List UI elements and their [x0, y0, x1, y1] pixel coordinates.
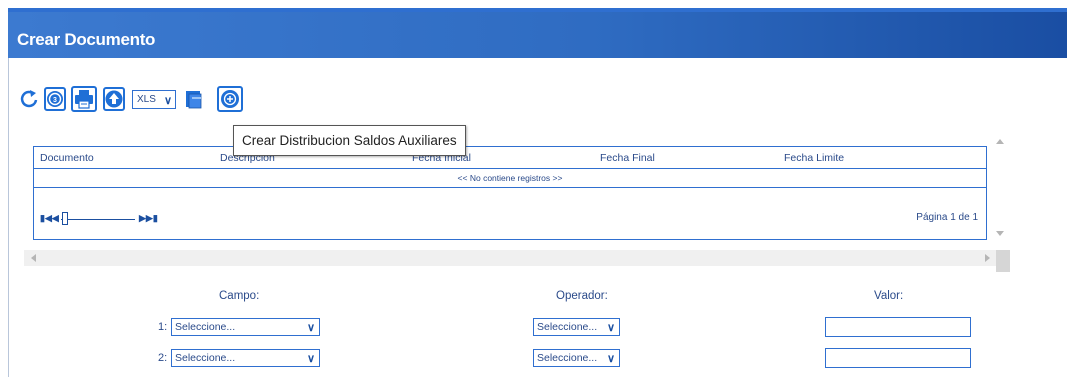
operador-select-2[interactable]: Seleccione... ∨: [533, 349, 620, 367]
svg-text:3: 3: [53, 97, 57, 104]
print-icon: [75, 90, 93, 109]
grid-header: Documento Descripcion Fecha Inicial Fech…: [34, 147, 986, 169]
chevron-down-icon: ∨: [163, 95, 172, 107]
add-button[interactable]: [217, 86, 243, 112]
refresh-icon: [20, 90, 38, 108]
operador-select-2-value: Seleccione...: [537, 352, 598, 364]
page-title: Crear Documento: [17, 30, 156, 49]
upload-icon: [105, 90, 123, 108]
empty-message: << No contiene registros >>: [34, 169, 986, 188]
operador-select-1[interactable]: Seleccione... ∨: [533, 318, 620, 336]
chevron-down-icon: ∨: [306, 322, 315, 334]
operador-label: Operador:: [556, 290, 608, 302]
add-icon: [221, 90, 239, 108]
page-info: Página 1 de 1: [916, 212, 978, 223]
info-button[interactable]: 3: [44, 87, 66, 111]
chevron-down-icon: ∨: [606, 353, 615, 365]
tooltip: Crear Distribucion Saldos Auxiliares: [233, 125, 466, 156]
scroll-up-icon[interactable]: [996, 139, 1004, 144]
documents-grid: Documento Descripcion Fecha Inicial Fech…: [33, 146, 987, 240]
valor-label: Valor:: [874, 290, 904, 302]
info-icon: 3: [47, 91, 63, 107]
column-header-documento[interactable]: Documento: [40, 152, 94, 164]
first-page-icon[interactable]: ▮◀◀: [40, 213, 59, 224]
upload-button[interactable]: [103, 87, 125, 111]
horizontal-scrollbar[interactable]: [24, 250, 996, 266]
pager-slider-handle[interactable]: [62, 212, 68, 225]
left-border: [8, 58, 9, 377]
top-strip: [0, 0, 1067, 8]
operador-select-1-value: Seleccione...: [537, 321, 598, 333]
campo-select-2[interactable]: Seleccione... ∨: [171, 349, 320, 367]
chevron-down-icon: ∨: [606, 322, 615, 334]
row-number: 2:: [158, 352, 168, 364]
print-button[interactable]: [71, 86, 97, 112]
scroll-left-icon[interactable]: [31, 254, 36, 262]
export-button[interactable]: [183, 87, 205, 111]
campo-select-1[interactable]: Seleccione... ∨: [171, 318, 320, 336]
last-page-icon[interactable]: ▶▶▮: [139, 213, 158, 224]
refresh-button[interactable]: [18, 87, 40, 111]
chevron-down-icon: ∨: [306, 353, 315, 365]
column-header-fecha-limite[interactable]: Fecha Limite: [784, 152, 844, 164]
campo-select-2-value: Seleccione...: [175, 352, 236, 364]
vertical-scrollbar[interactable]: [993, 130, 1007, 245]
row-number: 1:: [158, 321, 168, 333]
campo-label: Campo:: [219, 290, 260, 302]
pager-track[interactable]: [61, 219, 135, 220]
scrollbar-corner: [996, 250, 1010, 272]
pager: ▮◀◀ ▶▶▮: [40, 211, 160, 227]
export-format-value: XLS: [137, 94, 156, 105]
scroll-right-icon[interactable]: [985, 254, 990, 262]
export-format-select[interactable]: XLS ∨: [132, 90, 176, 109]
campo-select-1-value: Seleccione...: [175, 321, 236, 333]
export-icon: [186, 91, 202, 109]
title-bar: Crear Documento: [8, 8, 1067, 58]
scroll-down-icon[interactable]: [996, 231, 1004, 236]
column-header-fecha-final[interactable]: Fecha Final: [600, 152, 655, 164]
valor-input-2[interactable]: [825, 348, 971, 368]
valor-input-1[interactable]: [825, 317, 971, 337]
